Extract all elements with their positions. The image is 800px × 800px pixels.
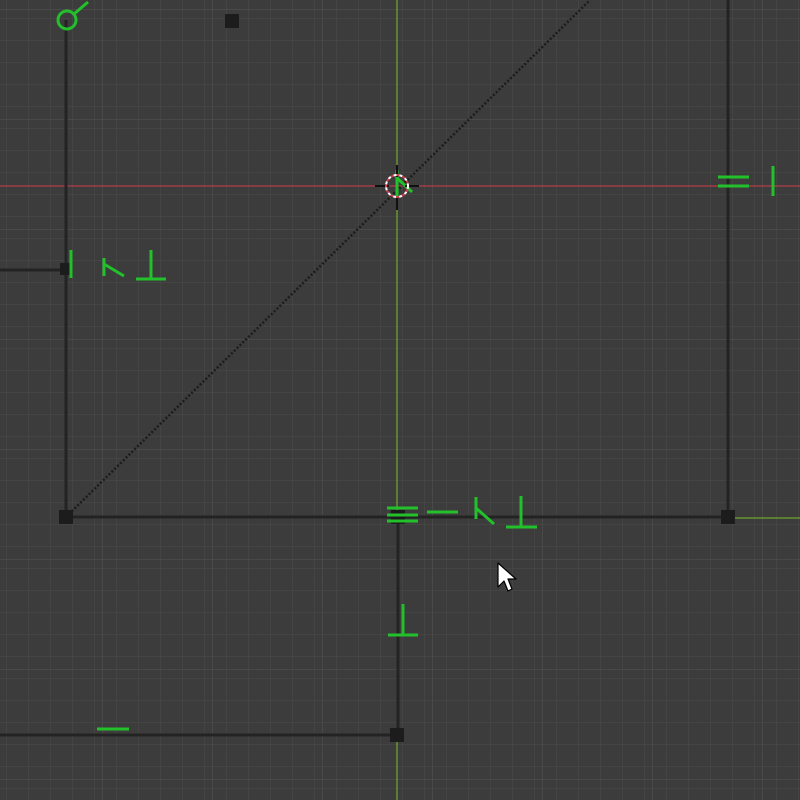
vertex-point[interactable]: [390, 728, 404, 742]
sketch-canvas[interactable]: [0, 0, 800, 800]
vertex-point[interactable]: [59, 510, 73, 524]
sketch-viewport[interactable]: [0, 0, 800, 800]
grid: [0, 0, 800, 800]
vertex-point[interactable]: [721, 510, 735, 524]
vertex-point[interactable]: [225, 14, 239, 28]
